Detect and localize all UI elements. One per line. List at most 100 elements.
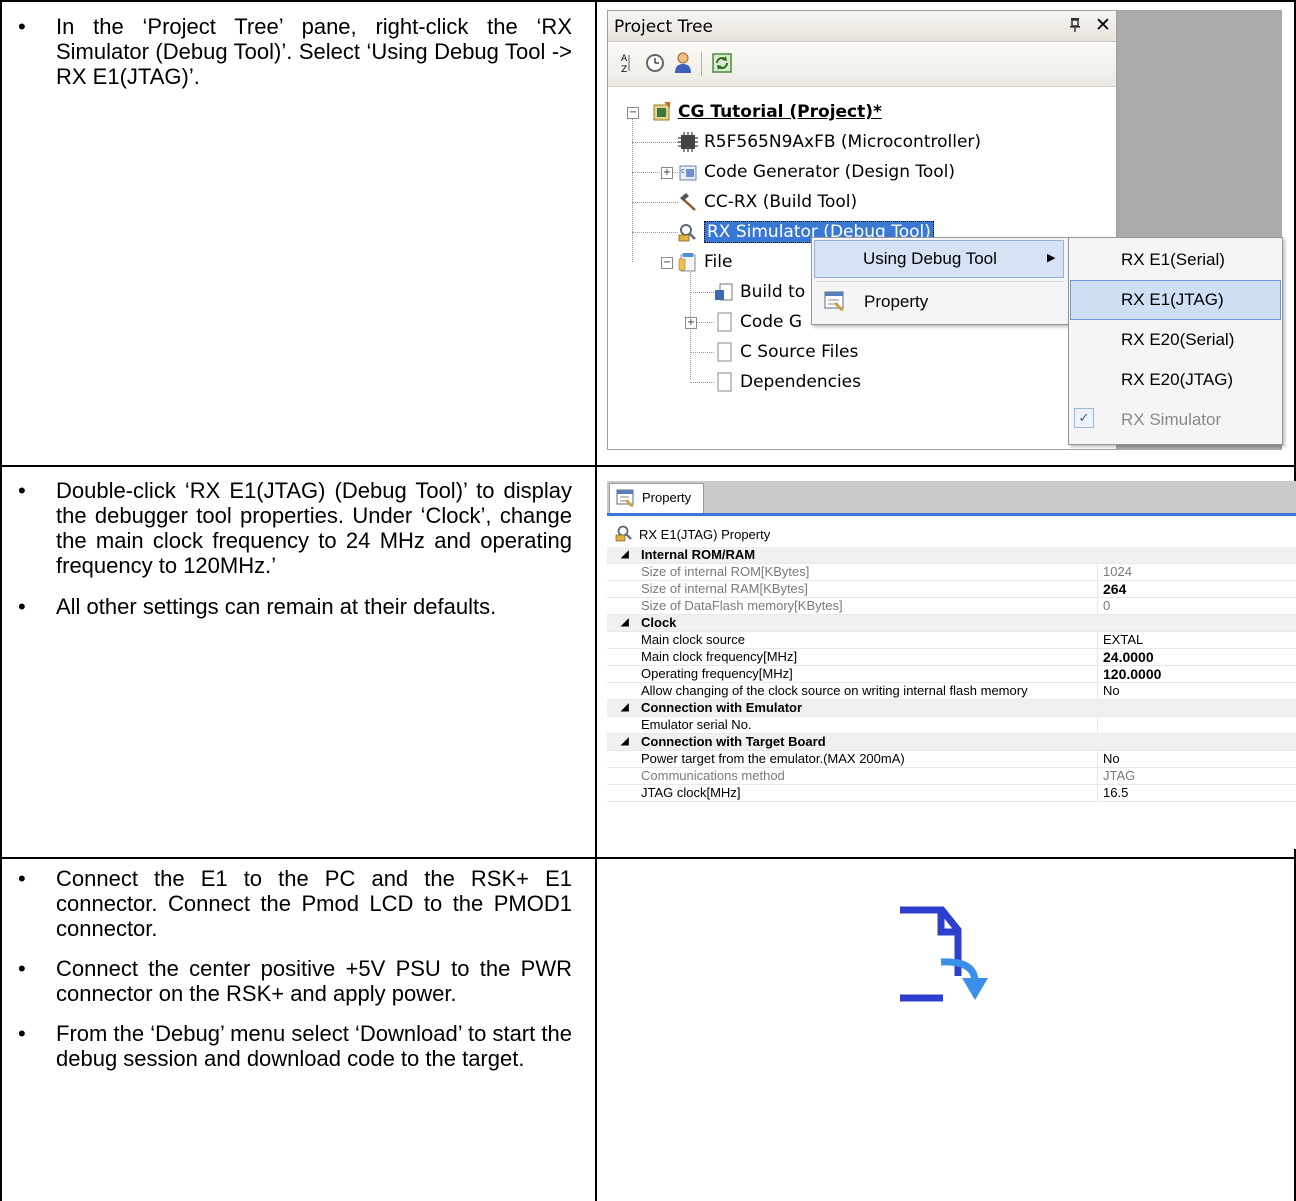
property-tabbar: Property — [607, 481, 1296, 516]
refresh-icon[interactable] — [711, 52, 733, 74]
collapse-icon[interactable]: − — [661, 257, 673, 269]
user-icon[interactable] — [672, 52, 694, 74]
bullet-item: Double-click ‘RX E1(JTAG) (Debug Tool)’ … — [6, 478, 572, 578]
property-row[interactable]: Size of internal ROM[KBytes] 1024 — [607, 564, 1296, 581]
hammer-icon — [678, 192, 698, 212]
tree-item-microcontroller[interactable]: R5F565N9AxFB (Microcontroller) — [678, 128, 981, 156]
close-icon[interactable]: ✕ — [1095, 14, 1111, 36]
clock-icon[interactable] — [644, 52, 666, 74]
document-icon — [714, 342, 734, 362]
property-category[interactable]: ◢ Connection with Target Board — [607, 734, 1296, 751]
property-icon — [824, 290, 846, 317]
property-row[interactable]: Size of internal RAM[KBytes] 264 — [607, 581, 1296, 598]
property-value[interactable]: 1024 — [1103, 564, 1132, 580]
property-category[interactable]: ◢ Clock — [607, 615, 1296, 632]
project-tree-toolbar: AZ — [608, 42, 1116, 87]
pin-icon[interactable] — [1069, 18, 1081, 36]
property-row[interactable]: Main clock frequency[MHz] 24.0000 — [607, 649, 1296, 666]
collapse-triangle-icon[interactable]: ◢ — [621, 615, 629, 631]
project-tree-title: Project Tree — [614, 17, 713, 37]
table-column-divider — [595, 0, 597, 1201]
property-category[interactable]: ◢ Connection with Emulator — [607, 700, 1296, 717]
column-separator — [1097, 649, 1098, 665]
column-separator — [1097, 717, 1098, 733]
tree-item-build-tool-file[interactable]: Build to — [714, 278, 805, 306]
table-row-divider-2 — [0, 857, 1296, 859]
column-separator — [1097, 768, 1098, 784]
tree-item-label: Code Generator (Design Tool) — [704, 162, 956, 182]
column-separator — [1097, 564, 1098, 580]
expand-icon[interactable]: + — [685, 317, 697, 329]
tree-item-project[interactable]: CG Tutorial (Project)* — [652, 98, 882, 126]
tree-connector — [632, 112, 633, 262]
submenu-item-rx-e20-serial[interactable]: RX E20(Serial) — [1121, 330, 1234, 350]
collapse-triangle-icon[interactable]: ◢ — [621, 734, 629, 750]
property-row[interactable]: Emulator serial No. — [607, 717, 1296, 734]
toolbar-separator — [701, 52, 702, 76]
tab-label: Property — [642, 490, 692, 505]
menu-item-using-debug-tool[interactable]: Using Debug Tool ▶ — [814, 240, 1064, 278]
menu-item-property[interactable]: Property — [814, 284, 1064, 320]
tree-item-c-source-files[interactable]: C Source Files — [714, 338, 858, 366]
submenu-item-rx-e1-serial[interactable]: RX E1(Serial) — [1121, 250, 1225, 270]
property-key: Power target from the emulator.(MAX 200m… — [641, 751, 905, 766]
property-category[interactable]: ◢ Internal ROM/RAM — [607, 547, 1296, 564]
property-row[interactable]: JTAG clock[MHz] 16.5 — [607, 785, 1296, 802]
bullet-item: Connect the center positive +5V PSU to t… — [6, 956, 572, 1006]
column-separator — [1097, 581, 1098, 597]
property-value[interactable]: JTAG — [1103, 768, 1135, 784]
property-value[interactable]: 16.5 — [1103, 785, 1128, 801]
property-value[interactable]: No — [1103, 683, 1120, 699]
bullet-item: In the ‘Project Tree’ pane, right-click … — [6, 14, 572, 89]
project-tree-titlebar: Project Tree ✕ — [608, 11, 1116, 42]
submenu-item-rx-e1-jtag[interactable]: RX E1(JTAG) — [1121, 290, 1224, 310]
property-row[interactable]: Operating frequency[MHz] 120.0000 — [607, 666, 1296, 683]
tree-item-file[interactable]: File — [678, 248, 732, 276]
tree-connector — [690, 382, 714, 383]
collapse-triangle-icon[interactable]: ◢ — [621, 547, 629, 563]
property-row[interactable]: Allow changing of the clock source on wr… — [607, 683, 1296, 700]
collapse-triangle-icon[interactable]: ◢ — [621, 700, 629, 716]
property-header-label: RX E1(JTAG) Property — [639, 527, 771, 542]
tree-item-build-tool[interactable]: CC-RX (Build Tool) — [678, 188, 857, 216]
document-icon — [714, 372, 734, 392]
property-key: Operating frequency[MHz] — [641, 666, 793, 681]
property-key: Size of internal RAM[KBytes] — [641, 581, 808, 596]
property-value[interactable]: 0 — [1103, 598, 1110, 614]
expand-icon[interactable]: + — [661, 167, 673, 179]
property-value[interactable]: 264 — [1103, 581, 1126, 597]
column-separator — [1097, 598, 1098, 614]
property-key: Connection with Target Board — [641, 734, 826, 749]
menu-item-label: Using Debug Tool — [863, 249, 997, 268]
submenu-item-rx-e20-jtag[interactable]: RX E20(JTAG) — [1121, 370, 1233, 390]
tree-item-label: CC-RX (Build Tool) — [704, 192, 858, 212]
tab-property[interactable]: Property — [609, 483, 704, 513]
property-row[interactable]: Main clock source EXTAL — [607, 632, 1296, 649]
property-key: Emulator serial No. — [641, 717, 752, 732]
column-separator — [1097, 683, 1098, 699]
property-row[interactable]: Communications method JTAG — [607, 768, 1296, 785]
property-value[interactable]: 24.0000 — [1103, 649, 1154, 665]
row1-instructions: In the ‘Project Tree’ pane, right-click … — [6, 14, 572, 103]
property-key: JTAG clock[MHz] — [641, 785, 741, 800]
column-separator — [1097, 751, 1098, 767]
property-value[interactable]: No — [1103, 751, 1120, 767]
column-separator — [1097, 632, 1098, 648]
property-value[interactable]: 120.0000 — [1103, 666, 1161, 682]
tree-item-code-gen-file[interactable]: Code G — [714, 308, 802, 336]
property-row[interactable]: Power target from the emulator.(MAX 200m… — [607, 751, 1296, 768]
collapse-icon[interactable]: − — [627, 107, 639, 119]
tree-item-dependencies[interactable]: Dependencies — [714, 368, 861, 396]
tree-item-code-generator[interactable]: c Code Generator (Design Tool) — [678, 158, 955, 186]
chip-icon — [678, 132, 698, 152]
property-key: Main clock frequency[MHz] — [641, 649, 798, 664]
sort-az-icon[interactable]: AZ — [614, 52, 636, 74]
submenu-item-rx-simulator[interactable]: RX Simulator — [1121, 410, 1221, 430]
tree-item-label: Code G — [740, 312, 803, 332]
svg-text:c: c — [681, 167, 685, 175]
bullet-item: From the ‘Debug’ menu select ‘Download’ … — [6, 1021, 572, 1071]
table-border-top — [0, 0, 1296, 2]
tree-connector — [632, 202, 678, 203]
property-row[interactable]: Size of DataFlash memory[KBytes] 0 — [607, 598, 1296, 615]
property-value[interactable]: EXTAL — [1103, 632, 1143, 648]
